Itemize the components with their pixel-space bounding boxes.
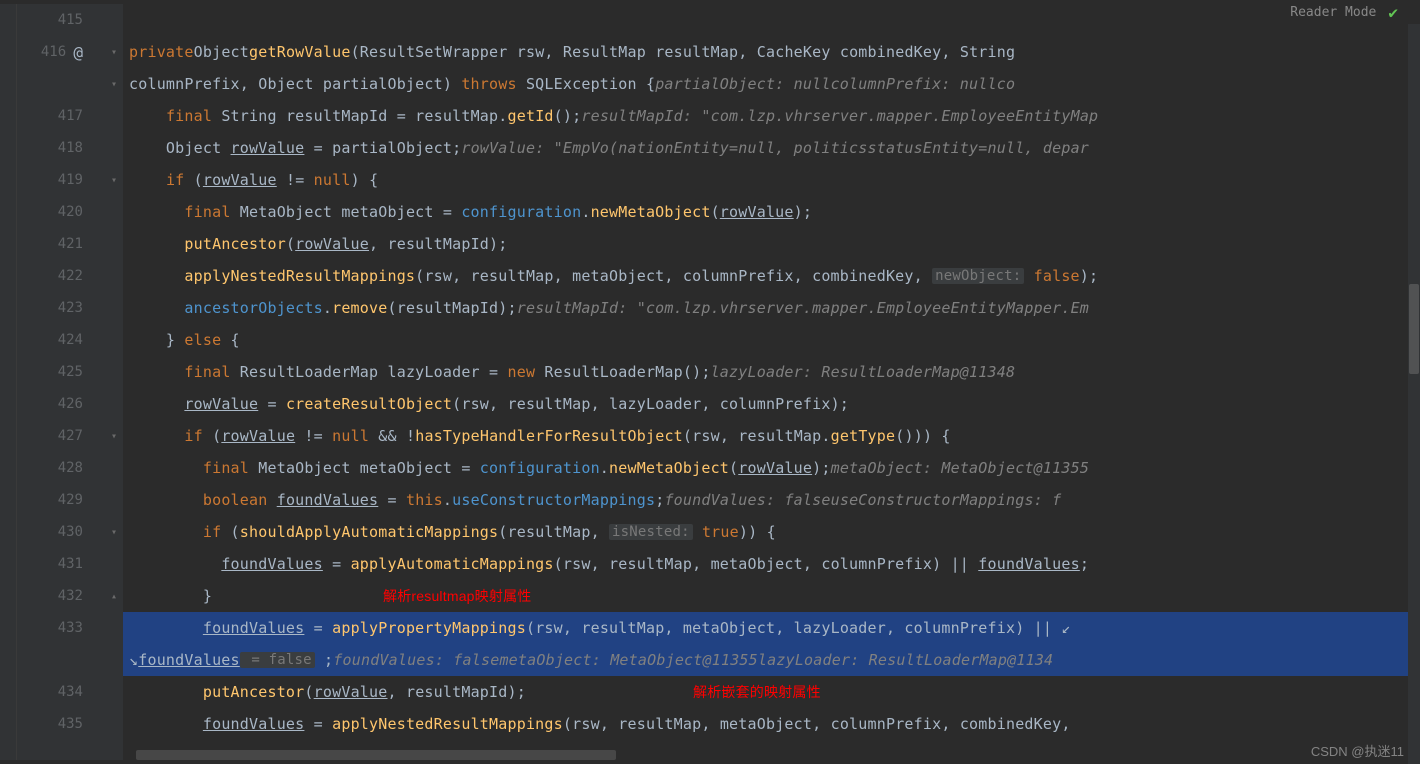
line-number[interactable]: 431 [17,548,105,580]
code-line-highlighted[interactable]: ↘foundValues = false ; foundValues: fals… [123,644,1420,676]
code-line[interactable]: if (rowValue != null && !hasTypeHandlerF… [123,420,1420,452]
code-line[interactable]: final String resultMapId = resultMap.get… [123,100,1420,132]
fold-icon[interactable]: ▾ [105,516,123,548]
annotation: 解析嵌套的映射属性 [693,682,821,702]
line-number [17,644,105,676]
line-number [17,68,105,100]
line-number[interactable]: 428 [17,452,105,484]
left-margin [0,4,17,760]
code-line[interactable]: private Object getRowValue(ResultSetWrap… [123,36,1420,68]
line-number[interactable]: 425 [17,356,105,388]
line-number[interactable]: 432 [17,580,105,612]
line-number[interactable]: 421 [17,228,105,260]
line-number[interactable]: 435 [17,708,105,740]
code-line[interactable]: boolean foundValues = this.useConstructo… [123,484,1420,516]
line-number[interactable]: 424 [17,324,105,356]
minimap-scrollbar[interactable] [1408,24,1420,764]
code-line[interactable]: final ResultLoaderMap lazyLoader = new R… [123,356,1420,388]
line-number[interactable]: 418 [17,132,105,164]
line-number[interactable]: 416 @ [17,36,105,68]
line-number[interactable]: 433 [17,612,105,644]
line-number[interactable]: 434 [17,676,105,708]
watermark: CSDN @执迷11 [1311,741,1404,760]
code-line[interactable]: putAncestor(rowValue, resultMapId); [123,228,1420,260]
fold-icon[interactable]: ▴ [105,580,123,612]
fold-icon[interactable]: ▾ [105,68,123,100]
line-number[interactable]: 429 [17,484,105,516]
code-line[interactable]: columnPrefix, Object partialObject) thro… [123,68,1420,100]
code-line-highlighted[interactable]: foundValues = applyPropertyMappings(rsw,… [123,612,1420,644]
line-number[interactable]: 422 [17,260,105,292]
fold-icon[interactable]: ▾ [105,36,123,68]
annotation: 解析resultmap映射属性 [383,586,531,606]
line-number[interactable]: 423 [17,292,105,324]
code-line[interactable]: final MetaObject metaObject = configurat… [123,196,1420,228]
code-line[interactable] [123,4,1420,36]
code-line[interactable]: foundValues = applyNestedResultMappings(… [123,708,1420,740]
code-area[interactable]: private Object getRowValue(ResultSetWrap… [123,4,1420,760]
code-line[interactable]: if (rowValue != null) { [123,164,1420,196]
code-line[interactable]: rowValue = createResultObject(rsw, resul… [123,388,1420,420]
line-number[interactable]: 427 [17,420,105,452]
code-line[interactable]: Object rowValue = partialObject; rowValu… [123,132,1420,164]
code-line[interactable]: } else { [123,324,1420,356]
code-line[interactable]: if (shouldApplyAutomaticMappings(resultM… [123,516,1420,548]
gutter: 415 416 @ 417 418 419 420 421 422 423 42… [17,4,105,760]
line-number[interactable]: 417 [17,100,105,132]
line-number[interactable]: 420 [17,196,105,228]
code-line[interactable]: foundValues = applyAutomaticMappings(rsw… [123,548,1420,580]
line-number[interactable]: 426 [17,388,105,420]
code-line[interactable]: putAncestor(rowValue, resultMapId);解析嵌套的… [123,676,1420,708]
line-number[interactable]: 415 [17,4,105,36]
line-number[interactable]: 419 [17,164,105,196]
code-editor[interactable]: 415 416 @ 417 418 419 420 421 422 423 42… [0,4,1420,760]
line-number[interactable]: 430 [17,516,105,548]
code-line[interactable]: applyNestedResultMappings(rsw, resultMap… [123,260,1420,292]
code-line[interactable]: final MetaObject metaObject = configurat… [123,452,1420,484]
code-line[interactable]: }解析resultmap映射属性 [123,580,1420,612]
horizontal-scrollbar[interactable] [136,750,616,760]
fold-gutter: ▾▾ ▾ ▾ ▾ ▴ [105,4,123,760]
scrollbar-thumb[interactable] [1409,284,1419,374]
fold-icon[interactable]: ▾ [105,164,123,196]
code-line[interactable]: ancestorObjects.remove(resultMapId); res… [123,292,1420,324]
fold-icon[interactable]: ▾ [105,420,123,452]
